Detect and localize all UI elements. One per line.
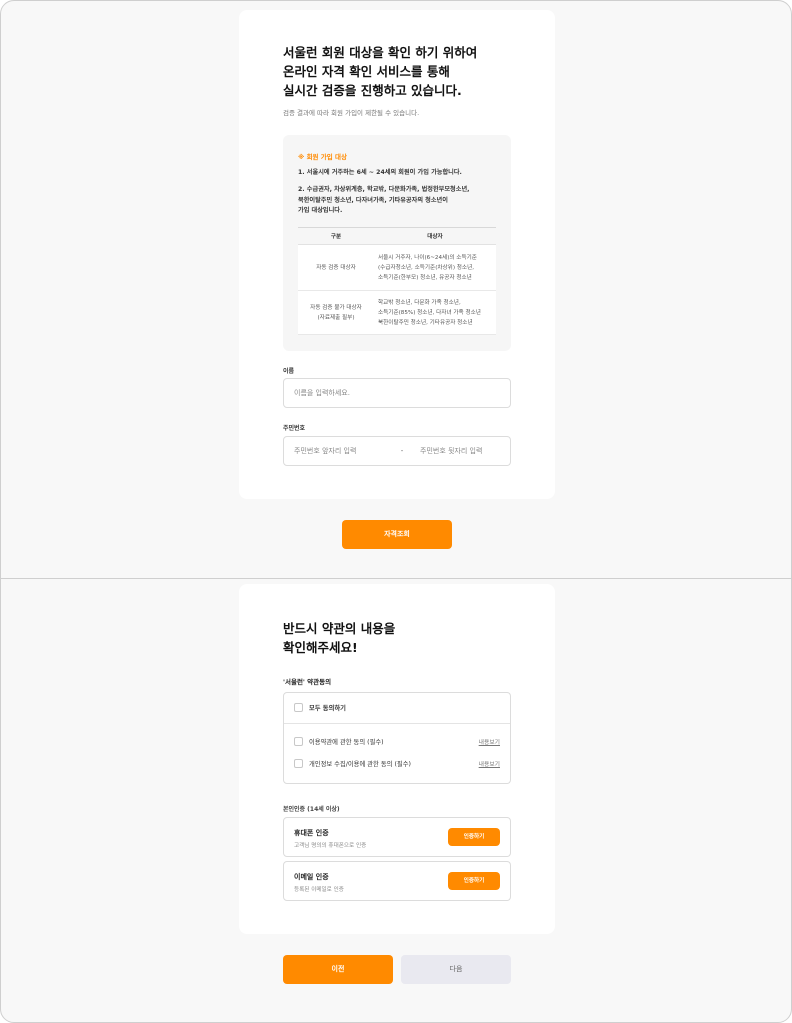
cell-line: 자동 검증 대상자 [316, 264, 356, 271]
info-item-1: 1. 서울시에 거주하는 6세 ~ 24세의 회원이 가입 가능합니다. [298, 169, 462, 176]
agree-all-label: 모두 동의하기 [309, 705, 346, 712]
cell-line: (수급자청소년, 소득기준(차상위) 청소년, [378, 264, 474, 271]
privacy-checkbox[interactable] [294, 759, 303, 768]
section-divider [1, 578, 791, 579]
cell-line: (자료제출 필부) [317, 314, 355, 321]
table-header-target: 대상자 [374, 227, 496, 245]
agree-box: 모두 동의하기 이용약관에 관한 동의 (필수) 내용보기 개인정보 수집/이용… [283, 692, 511, 784]
view-privacy-link[interactable]: 내용보기 [479, 759, 500, 768]
table-header-category: 구분 [298, 227, 374, 245]
email-auth-button[interactable]: 인증하기 [448, 872, 500, 890]
agree-all-row[interactable]: 모두 동의하기 [294, 703, 500, 712]
rrn-back-input[interactable]: 주민번호 뒷자리 입력 [420, 437, 510, 465]
cell-line: 서울시 거주자, 나이(6~24세)의 소득기준 [378, 254, 477, 261]
rrn-dash: - [400, 447, 404, 455]
auth-email-card: 이메일 인증 등록된 이메일로 인증 인증하기 [283, 861, 511, 901]
terms-card: 반드시 약관의 내용을 확인해주세요! '서울런' 약관동의 모두 동의하기 이… [239, 584, 555, 934]
heading-line: 서울런 회원 대상을 확인 하기 위하여 [283, 45, 478, 60]
cell-line: 북한이탈주민 청소년, 기타유공자 청소년 [378, 319, 473, 326]
cell-line: 소득기준(한부모) 청소년, 유공자 청소년 [378, 274, 472, 281]
target-table: 구분 대상자 자동 검증 대상자 서울시 거주자, 나이(6~24세)의 소득기… [298, 227, 496, 335]
cell-line: 학교밖 청소년, 다문화 가족 청소년, [378, 299, 461, 306]
next-button[interactable]: 다음 [401, 955, 511, 984]
cell-line: 자동 검증 불가 대상자 [310, 304, 362, 311]
agree-item-label: 이용약관에 관한 동의 (필수) [309, 739, 384, 746]
eligibility-heading: 서울런 회원 대상을 확인 하기 위하여 온라인 자격 확인 서비스를 통해 실… [283, 43, 477, 100]
info-title: ※ 회원 가입 대상 [298, 153, 347, 161]
table-header-row: 구분 대상자 [298, 227, 496, 245]
agree-title: '서울런' 약관동의 [283, 678, 332, 686]
agree-item-row: 이용약관에 관한 동의 (필수) 내용보기 [294, 737, 500, 746]
eligibility-check-button[interactable]: 자격조회 [342, 520, 452, 549]
table-row: 자동 검증 불가 대상자 (자료제출 필부) 학교밖 청소년, 다문화 가족 청… [298, 290, 496, 335]
heading-line: 실시간 검증을 진행하고 있습니다. [283, 83, 462, 98]
auth-phone-card: 휴대폰 인증 고객님 명의의 휴대폰으로 인증 인증하기 [283, 817, 511, 857]
view-terms-link[interactable]: 내용보기 [479, 737, 500, 746]
membership-info-box: ※ 회원 가입 대상 1. 서울시에 거주하는 6세 ~ 24세의 회원이 가입… [283, 135, 511, 351]
eligibility-card: 서울런 회원 대상을 확인 하기 위하여 온라인 자격 확인 서비스를 통해 실… [239, 10, 555, 499]
info-item-2: 2. 수급권자, 차상위계층, 학교밖, 다문화가족, 법정한부모청소년, 북한… [298, 185, 498, 217]
agree-item-label: 개인정보 수집/이용에 관한 동의 (필수) [309, 761, 411, 768]
auth-method-desc: 고객님 명의의 휴대폰으로 인증 [294, 843, 367, 849]
cell-line: 소득기준(85%) 청소년, 다자녀 가족 청소년 [378, 309, 481, 316]
rrn-field: 주민번호 앞자리 입력 - 주민번호 뒷자리 입력 [283, 436, 511, 466]
agree-all-checkbox[interactable] [294, 703, 303, 712]
table-cell-category: 자동 검증 대상자 [298, 244, 374, 291]
info-item-2-line: 북한이탈주민 청소년, 다자녀가족, 기타유공자의 청소년이 [298, 196, 448, 204]
agree-divider [284, 723, 510, 724]
auth-method-name: 이메일 인증 [294, 873, 329, 881]
rrn-label: 주민번호 [283, 425, 306, 432]
terms-checkbox[interactable] [294, 737, 303, 746]
name-label: 이름 [283, 368, 295, 375]
name-input[interactable]: 이름을 입력하세요. [283, 378, 511, 408]
prev-button[interactable]: 이전 [283, 955, 393, 984]
page-frame: 서울런 회원 대상을 확인 하기 위하여 온라인 자격 확인 서비스를 통해 실… [0, 0, 792, 1023]
info-item-2-line: 가입 대상입니다. [298, 207, 343, 214]
heading-line: 반드시 약관의 내용을 [283, 621, 396, 636]
auth-method-name: 휴대폰 인증 [294, 829, 329, 837]
rrn-front-input[interactable]: 주민번호 앞자리 입력 [294, 437, 384, 465]
info-item-2-line: 2. 수급권자, 차상위계층, 학교밖, 다문화가족, 법정한부모청소년, [298, 186, 470, 193]
heading-line: 온라인 자격 확인 서비스를 통해 [283, 64, 450, 79]
eligibility-subtitle: 검증 결과에 따라 회원 가입이 제한될 수 있습니다. [283, 109, 420, 117]
terms-heading: 반드시 약관의 내용을 확인해주세요! [283, 619, 395, 657]
table-cell-category: 자동 검증 불가 대상자 (자료제출 필부) [298, 290, 374, 335]
auth-title: 본인인증 (14세 이상) [283, 806, 340, 813]
table-row: 자동 검증 대상자 서울시 거주자, 나이(6~24세)의 소득기준 (수급자청… [298, 244, 496, 291]
agree-item-row: 개인정보 수집/이용에 관한 동의 (필수) 내용보기 [294, 759, 500, 768]
auth-method-desc: 등록된 이메일로 인증 [294, 887, 344, 893]
heading-line: 확인해주세요! [283, 640, 358, 655]
phone-auth-button[interactable]: 인증하기 [448, 828, 500, 846]
table-cell-target: 서울시 거주자, 나이(6~24세)의 소득기준 (수급자청소년, 소득기준(차… [374, 244, 496, 291]
table-cell-target: 학교밖 청소년, 다문화 가족 청소년, 소득기준(85%) 청소년, 다자녀 … [374, 290, 496, 335]
